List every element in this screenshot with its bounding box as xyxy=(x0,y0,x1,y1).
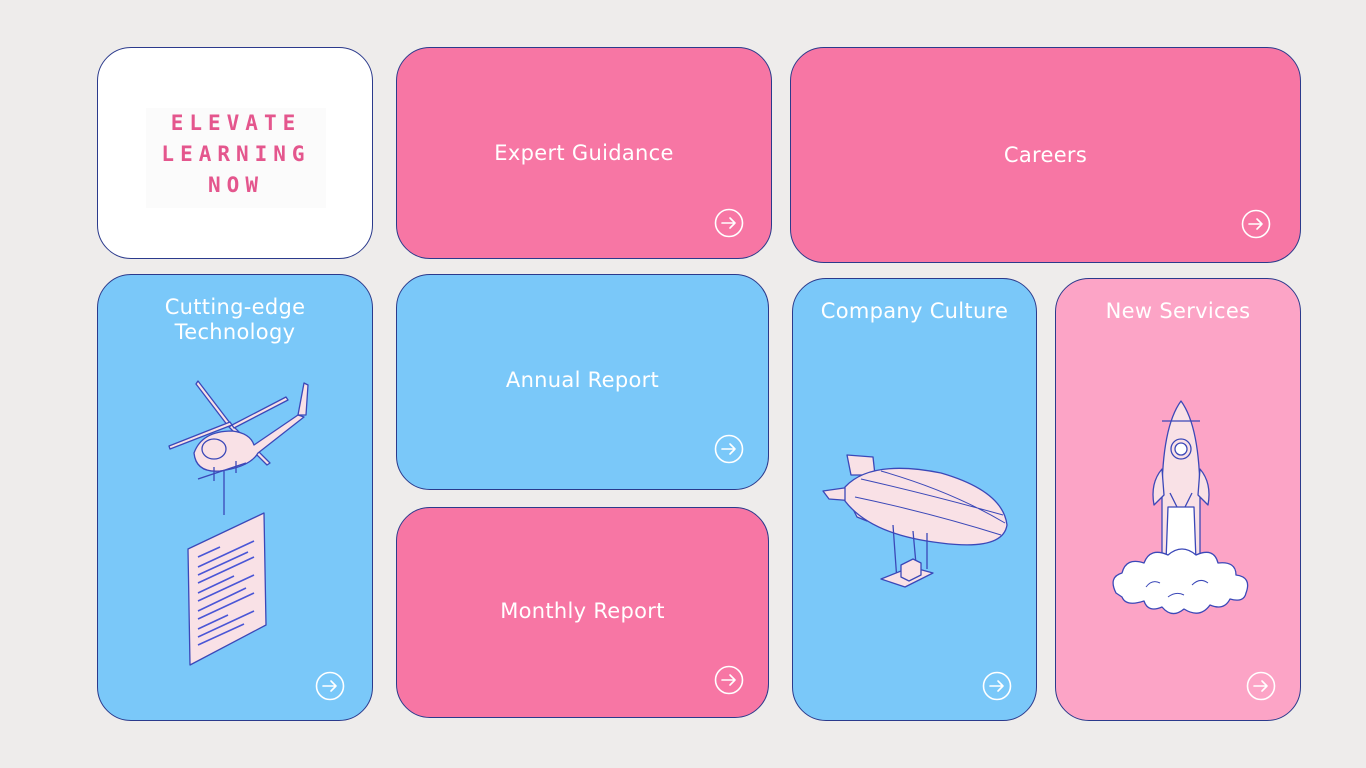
new-services-title: New Services xyxy=(1105,299,1251,323)
arrow-right-circle-icon[interactable] xyxy=(714,434,744,464)
arrow-right-circle-icon[interactable] xyxy=(714,208,744,238)
arrow-right-circle-icon[interactable] xyxy=(714,665,744,695)
arrow-right-circle-icon[interactable] xyxy=(315,671,345,701)
annual-report-title: Annual Report xyxy=(505,368,660,392)
brand-line-1: ELEVATE xyxy=(170,111,302,135)
cutting-edge-title-line-1: Cutting-edge xyxy=(164,295,306,319)
arrow-right-circle-icon[interactable] xyxy=(1241,209,1271,239)
arrow-right-circle-icon[interactable] xyxy=(1246,671,1276,701)
brand-line-3: NOW xyxy=(208,173,264,197)
careers-title: Careers xyxy=(1003,143,1088,167)
new-services-card[interactable]: New Services xyxy=(1055,278,1301,721)
company-culture-title: Company Culture xyxy=(820,299,1009,323)
expert-guidance-card[interactable]: Expert Guidance xyxy=(396,47,772,259)
cutting-edge-title: Cutting-edge Technology xyxy=(98,295,372,345)
monthly-report-card[interactable]: Monthly Report xyxy=(396,507,769,718)
brand-tile: ELEVATE LEARNING NOW xyxy=(97,47,373,259)
cutting-edge-title-line-2: Technology xyxy=(174,320,296,344)
annual-report-card[interactable]: Annual Report xyxy=(396,274,769,490)
company-culture-card[interactable]: Company Culture xyxy=(792,278,1037,721)
cutting-edge-technology-card[interactable]: Cutting-edge Technology xyxy=(97,274,373,721)
careers-card[interactable]: Careers xyxy=(790,47,1301,263)
arrow-right-circle-icon[interactable] xyxy=(982,671,1012,701)
brand-line-2: LEARNING xyxy=(161,142,311,166)
rocket-illustration xyxy=(1112,400,1249,615)
airship-illustration xyxy=(822,454,1008,588)
expert-guidance-title: Expert Guidance xyxy=(494,141,674,165)
helicopter-illustration xyxy=(168,380,309,666)
monthly-report-title: Monthly Report xyxy=(500,599,665,623)
brand-logo-text: ELEVATE LEARNING NOW xyxy=(146,108,326,208)
